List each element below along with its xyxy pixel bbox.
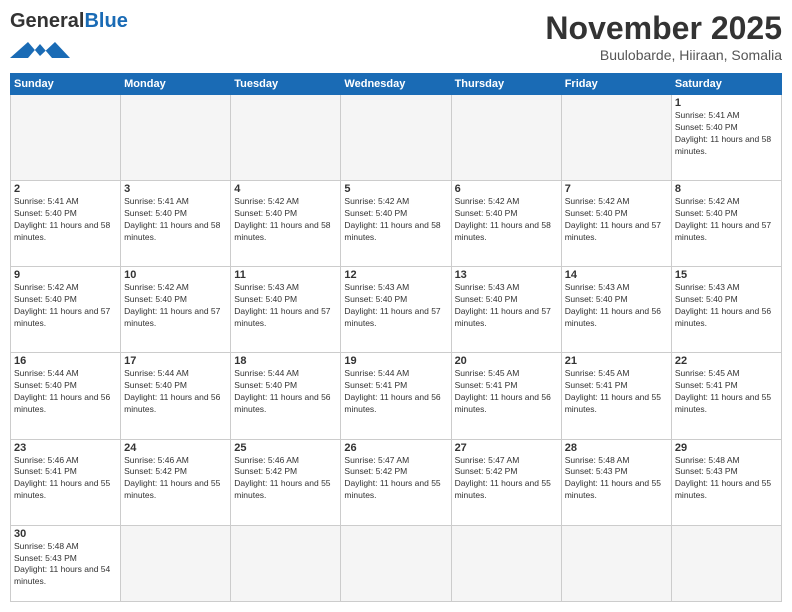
day-2: 2 Sunrise: 5:41 AMSunset: 5:40 PMDayligh…: [11, 181, 121, 267]
header-friday: Friday: [561, 74, 671, 95]
day-6: 6 Sunrise: 5:42 AMSunset: 5:40 PMDayligh…: [451, 181, 561, 267]
subtitle: Buulobarde, Hiiraan, Somalia: [545, 47, 782, 63]
empty-cell: [451, 95, 561, 181]
day-8: 8 Sunrise: 5:42 AMSunset: 5:40 PMDayligh…: [671, 181, 781, 267]
header: General Blue November 2025 Buulobarde, H…: [10, 10, 782, 65]
header-sunday: Sunday: [11, 74, 121, 95]
day-20: 20 Sunrise: 5:45 AMSunset: 5:41 PMDaylig…: [451, 353, 561, 439]
day-16: 16 Sunrise: 5:44 AMSunset: 5:40 PMDaylig…: [11, 353, 121, 439]
empty-cell: [121, 525, 231, 601]
day-19: 19 Sunrise: 5:44 AMSunset: 5:41 PMDaylig…: [341, 353, 451, 439]
title-block: November 2025 Buulobarde, Hiiraan, Somal…: [545, 10, 782, 63]
day-13: 13 Sunrise: 5:43 AMSunset: 5:40 PMDaylig…: [451, 267, 561, 353]
page: General Blue November 2025 Buulobarde, H…: [0, 0, 792, 612]
day-1: 1 Sunrise: 5:41 AMSunset: 5:40 PMDayligh…: [671, 95, 781, 181]
week-row-2: 2 Sunrise: 5:41 AMSunset: 5:40 PMDayligh…: [11, 181, 782, 267]
header-wednesday: Wednesday: [341, 74, 451, 95]
day-9: 9 Sunrise: 5:42 AMSunset: 5:40 PMDayligh…: [11, 267, 121, 353]
empty-cell: [231, 525, 341, 601]
day-11: 11 Sunrise: 5:43 AMSunset: 5:40 PMDaylig…: [231, 267, 341, 353]
header-thursday: Thursday: [451, 74, 561, 95]
day-7: 7 Sunrise: 5:42 AMSunset: 5:40 PMDayligh…: [561, 181, 671, 267]
month-title: November 2025: [545, 10, 782, 47]
empty-cell: [451, 525, 561, 601]
header-monday: Monday: [121, 74, 231, 95]
day-12: 12 Sunrise: 5:43 AMSunset: 5:40 PMDaylig…: [341, 267, 451, 353]
week-row-4: 16 Sunrise: 5:44 AMSunset: 5:40 PMDaylig…: [11, 353, 782, 439]
empty-cell: [561, 525, 671, 601]
empty-cell: [231, 95, 341, 181]
day-28: 28 Sunrise: 5:48 AMSunset: 5:43 PMDaylig…: [561, 439, 671, 525]
calendar-table: Sunday Monday Tuesday Wednesday Thursday…: [10, 73, 782, 602]
day-17: 17 Sunrise: 5:44 AMSunset: 5:40 PMDaylig…: [121, 353, 231, 439]
logo-icon: [10, 35, 70, 65]
day-18: 18 Sunrise: 5:44 AMSunset: 5:40 PMDaylig…: [231, 353, 341, 439]
empty-cell: [121, 95, 231, 181]
day-27: 27 Sunrise: 5:47 AMSunset: 5:42 PMDaylig…: [451, 439, 561, 525]
week-row-5: 23 Sunrise: 5:46 AMSunset: 5:41 PMDaylig…: [11, 439, 782, 525]
logo: General Blue: [10, 10, 128, 65]
day-3: 3 Sunrise: 5:41 AMSunset: 5:40 PMDayligh…: [121, 181, 231, 267]
day-4: 4 Sunrise: 5:42 AMSunset: 5:40 PMDayligh…: [231, 181, 341, 267]
header-saturday: Saturday: [671, 74, 781, 95]
week-row-1: 1 Sunrise: 5:41 AMSunset: 5:40 PMDayligh…: [11, 95, 782, 181]
day-14: 14 Sunrise: 5:43 AMSunset: 5:40 PMDaylig…: [561, 267, 671, 353]
day-29: 29 Sunrise: 5:48 AMSunset: 5:43 PMDaylig…: [671, 439, 781, 525]
week-row-3: 9 Sunrise: 5:42 AMSunset: 5:40 PMDayligh…: [11, 267, 782, 353]
day-5: 5 Sunrise: 5:42 AMSunset: 5:40 PMDayligh…: [341, 181, 451, 267]
day-24: 24 Sunrise: 5:46 AMSunset: 5:42 PMDaylig…: [121, 439, 231, 525]
logo-blue: Blue: [84, 10, 127, 33]
day-23: 23 Sunrise: 5:46 AMSunset: 5:41 PMDaylig…: [11, 439, 121, 525]
day-10: 10 Sunrise: 5:42 AMSunset: 5:40 PMDaylig…: [121, 267, 231, 353]
day-30: 30 Sunrise: 5:48 AMSunset: 5:43 PMDaylig…: [11, 525, 121, 601]
week-row-6: 30 Sunrise: 5:48 AMSunset: 5:43 PMDaylig…: [11, 525, 782, 601]
day-22: 22 Sunrise: 5:45 AMSunset: 5:41 PMDaylig…: [671, 353, 781, 439]
empty-cell: [341, 525, 451, 601]
empty-cell: [561, 95, 671, 181]
day-15: 15 Sunrise: 5:43 AMSunset: 5:40 PMDaylig…: [671, 267, 781, 353]
empty-cell: [341, 95, 451, 181]
header-tuesday: Tuesday: [231, 74, 341, 95]
day-21: 21 Sunrise: 5:45 AMSunset: 5:41 PMDaylig…: [561, 353, 671, 439]
logo-general: General: [10, 10, 84, 33]
day-25: 25 Sunrise: 5:46 AMSunset: 5:42 PMDaylig…: [231, 439, 341, 525]
weekday-header-row: Sunday Monday Tuesday Wednesday Thursday…: [11, 74, 782, 95]
empty-cell: [11, 95, 121, 181]
day-26: 26 Sunrise: 5:47 AMSunset: 5:42 PMDaylig…: [341, 439, 451, 525]
empty-cell: [671, 525, 781, 601]
